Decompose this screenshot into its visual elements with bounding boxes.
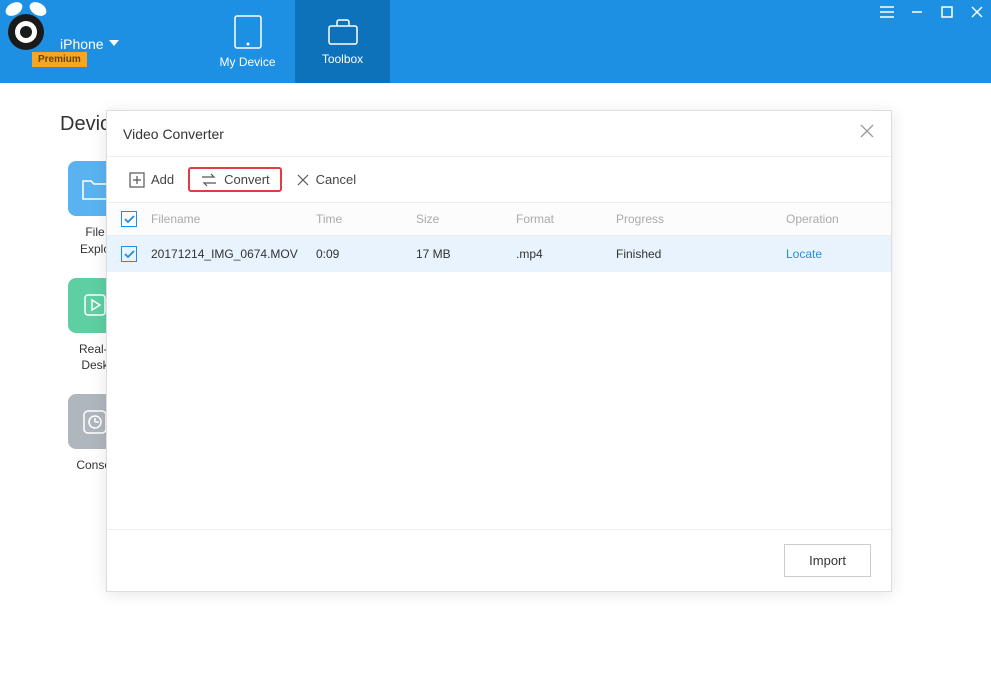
tab-label: Toolbox <box>322 52 363 66</box>
minimize-icon[interactable] <box>909 4 925 20</box>
nav-tabs: My Device Toolbox <box>200 0 390 83</box>
convert-icon <box>200 173 218 187</box>
app-logo-icon <box>0 0 55 55</box>
device-selector[interactable]: iPhone <box>60 36 119 52</box>
cell-size: 17 MB <box>416 247 516 261</box>
col-operation-header: Operation <box>786 212 877 226</box>
row-checkbox[interactable] <box>121 246 137 262</box>
col-size-header: Size <box>416 212 516 226</box>
modal-footer: Import <box>107 529 891 591</box>
col-time-header: Time <box>316 212 416 226</box>
cell-format: .mp4 <box>516 247 616 261</box>
cancel-button[interactable]: Cancel <box>288 168 364 191</box>
menu-icon[interactable] <box>879 4 895 20</box>
device-name-label: iPhone <box>60 36 104 52</box>
add-label: Add <box>151 172 174 187</box>
plus-icon <box>129 172 145 188</box>
window-controls <box>879 4 985 20</box>
close-icon[interactable] <box>969 4 985 20</box>
x-icon <box>296 173 310 187</box>
convert-label: Convert <box>224 172 270 187</box>
premium-badge: Premium <box>32 52 87 67</box>
top-bar: Premium iPhone My Device Toolbox <box>0 0 991 83</box>
cell-time: 0:09 <box>316 247 416 261</box>
tab-label: My Device <box>219 55 275 69</box>
table-row[interactable]: 20171214_IMG_0674.MOV 0:09 17 MB .mp4 Fi… <box>107 236 891 272</box>
import-button[interactable]: Import <box>784 544 871 577</box>
modal-title: Video Converter <box>123 126 224 142</box>
col-filename-header: Filename <box>151 212 316 226</box>
video-converter-modal: Video Converter Add Convert Cancel Filen… <box>106 110 892 592</box>
toolbox-icon <box>327 18 359 46</box>
maximize-icon[interactable] <box>939 4 955 20</box>
modal-header: Video Converter <box>107 111 891 157</box>
locate-link[interactable]: Locate <box>786 247 822 261</box>
logo-zone: Premium iPhone <box>0 0 200 83</box>
cell-filename: 20171214_IMG_0674.MOV <box>151 247 316 261</box>
tab-my-device[interactable]: My Device <box>200 0 295 83</box>
col-format-header: Format <box>516 212 616 226</box>
add-button[interactable]: Add <box>121 168 182 192</box>
tab-toolbox[interactable]: Toolbox <box>295 0 390 83</box>
modal-toolbar: Add Convert Cancel <box>107 157 891 203</box>
tablet-icon <box>234 15 262 49</box>
select-all-checkbox[interactable] <box>121 211 137 227</box>
table-header: Filename Time Size Format Progress Opera… <box>107 203 891 236</box>
dropdown-arrow-icon <box>109 40 119 48</box>
col-progress-header: Progress <box>616 212 786 226</box>
cancel-label: Cancel <box>316 172 356 187</box>
convert-button[interactable]: Convert <box>188 167 282 192</box>
cell-progress: Finished <box>616 247 786 261</box>
close-icon[interactable] <box>859 123 875 144</box>
